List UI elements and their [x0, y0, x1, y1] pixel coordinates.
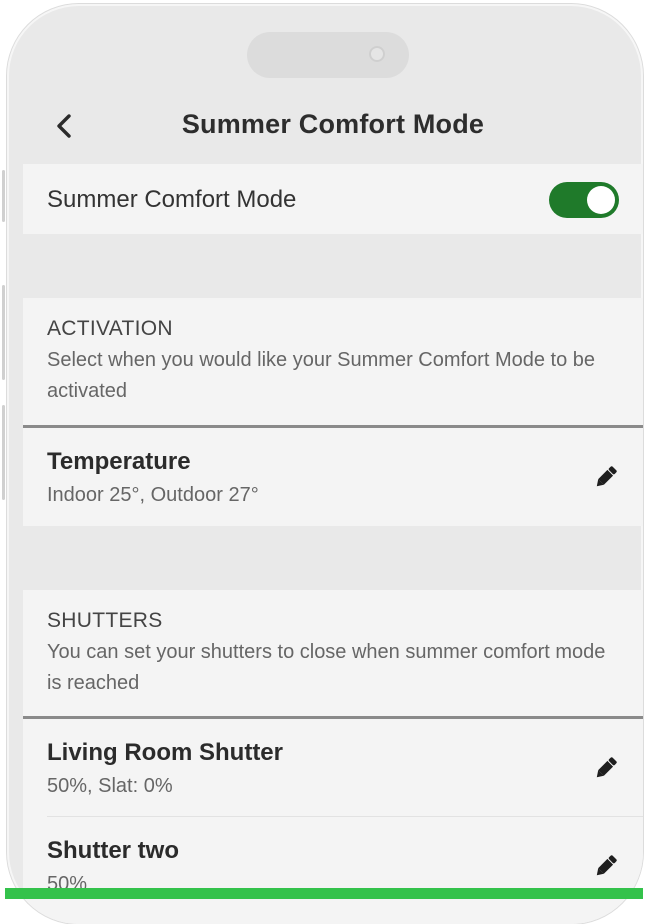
edit-temperature-button[interactable]: [591, 462, 621, 492]
section-title: SHUTTERS: [47, 609, 163, 632]
pencil-icon: [596, 757, 617, 778]
navigation-bar: Summer Comfort Mode: [23, 90, 643, 162]
side-button: [2, 405, 5, 500]
item-title: Living Room Shutter: [47, 739, 283, 766]
accent-bar: [5, 888, 643, 899]
side-button: [2, 170, 5, 222]
item-subtitle: 50%, Slat: 0%: [47, 775, 173, 797]
edit-shutter-button[interactable]: [591, 851, 621, 881]
summer-comfort-toggle[interactable]: [549, 182, 619, 218]
list-item-shutter-two[interactable]: Shutter two 50%: [23, 817, 643, 924]
list-item-living-room-shutter[interactable]: Living Room Shutter 50%, Slat: 0%: [23, 719, 643, 817]
phone-frame: Summer Comfort Mode Summer Comfort Mode …: [7, 4, 643, 924]
page-title: Summer Comfort Mode: [181, 109, 485, 139]
shutters-section-header: SHUTTERS You can set your shutters to cl…: [23, 590, 643, 716]
section-title: ACTIVATION: [47, 317, 173, 340]
item-subtitle: Indoor 25°, Outdoor 27°: [47, 484, 259, 506]
screen: Summer Comfort Mode Summer Comfort Mode …: [23, 4, 643, 924]
section-description: Select when you would like your Summer C…: [47, 349, 596, 402]
pencil-icon: [596, 466, 617, 487]
summer-comfort-toggle-row: Summer Comfort Mode: [23, 164, 643, 234]
side-button: [2, 285, 5, 380]
list-item-temperature[interactable]: Temperature Indoor 25°, Outdoor 27°: [23, 428, 643, 526]
pencil-icon: [596, 855, 617, 876]
activation-section-header: ACTIVATION Select when you would like yo…: [23, 298, 643, 425]
item-title: Shutter two: [47, 837, 179, 864]
edit-shutter-button[interactable]: [591, 753, 621, 783]
item-title: Temperature: [47, 448, 191, 475]
section-description: You can set your shutters to close when …: [47, 641, 606, 694]
toggle-label: Summer Comfort Mode: [47, 186, 297, 213]
toggle-knob: [587, 186, 615, 214]
